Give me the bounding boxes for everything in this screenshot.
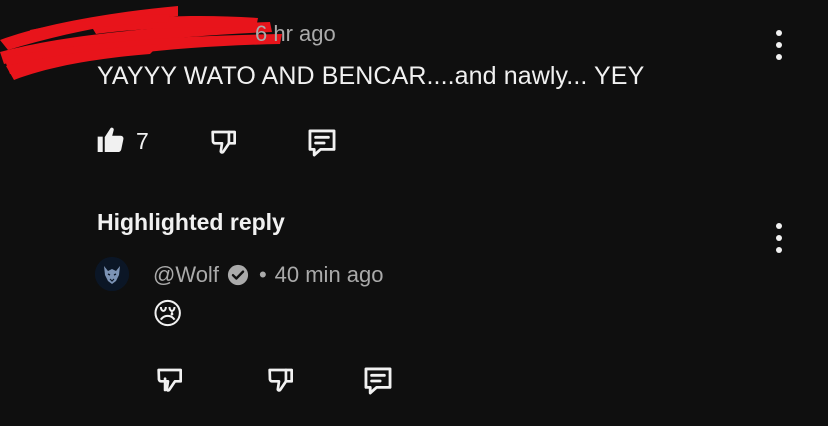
reply-more-options-button[interactable] [774, 223, 784, 253]
like-icon [97, 127, 124, 152]
meta-separator: • [258, 262, 267, 287]
comment-text: YAYYY WATO AND BENCAR....and nawly... YE… [97, 62, 645, 90]
like-button[interactable] [95, 124, 127, 156]
dislike-icon [268, 368, 293, 392]
comment-more-options-button[interactable] [774, 30, 784, 60]
reply-reply-button[interactable] [361, 364, 395, 398]
comment-timestamp: 6 hr ago [255, 21, 336, 46]
dislike-icon [211, 130, 236, 154]
reply-button[interactable] [305, 126, 339, 160]
reply-icon [364, 367, 392, 395]
more-options-icon [776, 30, 782, 36]
reply-meta: @Wolf • 40 min ago [153, 262, 384, 288]
reply-text: 😢 [152, 298, 184, 331]
reply-dislike-button[interactable] [265, 364, 297, 396]
verified-icon [227, 264, 249, 286]
highlighted-reply-label: Highlighted reply [97, 209, 285, 235]
avatar[interactable] [95, 257, 129, 291]
like-count: 7 [136, 128, 149, 154]
more-options-icon [776, 223, 782, 229]
reply-like-button[interactable] [154, 364, 186, 396]
reply-icon [308, 129, 336, 157]
dislike-button[interactable] [208, 126, 240, 158]
reply-author[interactable]: @Wolf [153, 262, 219, 288]
like-icon [157, 368, 182, 392]
reply-timestamp: 40 min ago [274, 262, 384, 287]
